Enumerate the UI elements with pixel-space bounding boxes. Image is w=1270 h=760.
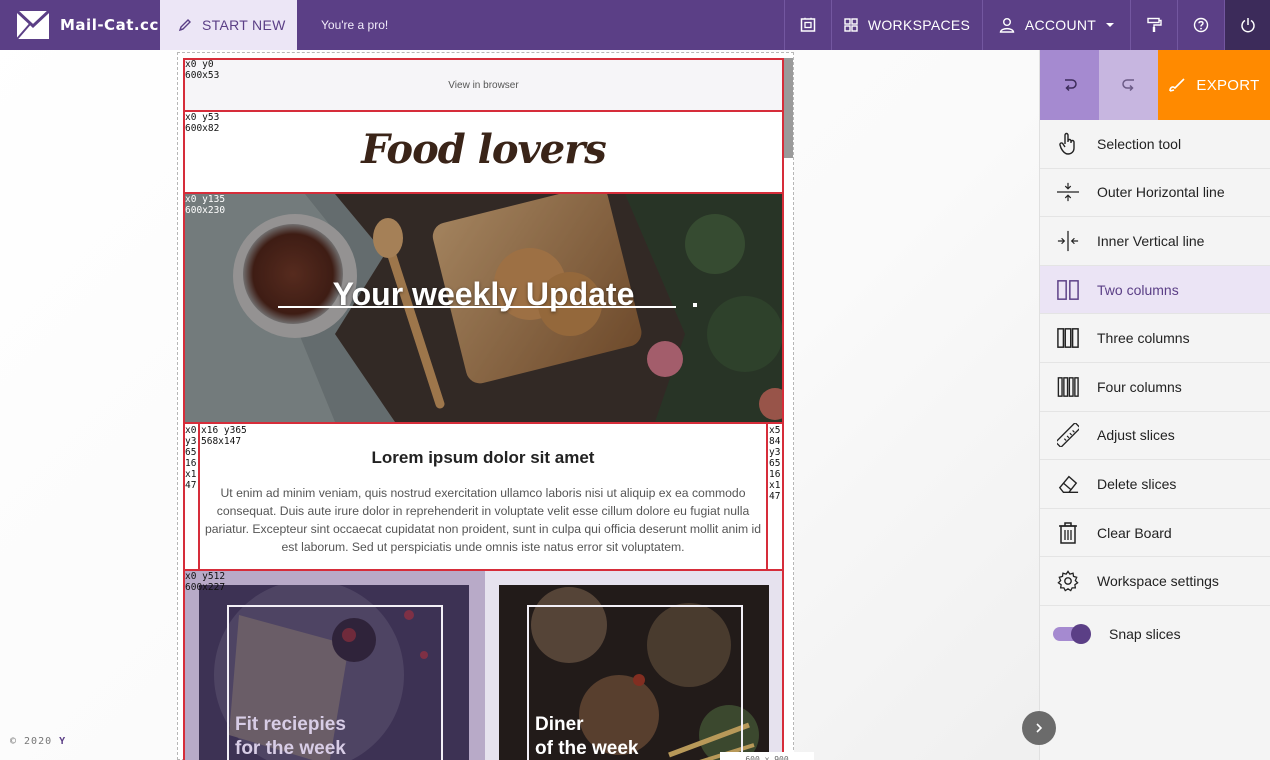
hand-pointer-icon bbox=[1057, 131, 1079, 157]
brush-icon bbox=[1169, 78, 1185, 92]
slice-cards[interactable]: Fit reciepies for the week Diner of the … bbox=[183, 569, 784, 760]
three-columns-icon bbox=[1057, 325, 1079, 351]
slice-label-text-right: x5 84 y3 65 16 x1 47 bbox=[769, 425, 781, 502]
redo-button[interactable] bbox=[1099, 50, 1158, 120]
paint-roller-icon bbox=[1147, 17, 1162, 32]
card-fit-recipes-title: Fit reciepies for the week bbox=[235, 714, 346, 759]
slice-logo[interactable]: Food lovers bbox=[183, 110, 784, 194]
footer-mark[interactable]: Y bbox=[59, 736, 66, 747]
export-button[interactable]: EXPORT bbox=[1158, 50, 1270, 120]
tool-label: Three columns bbox=[1097, 330, 1190, 347]
snap-toggle-switch[interactable] bbox=[1053, 623, 1091, 644]
tool-delete-slices[interactable]: Delete slices bbox=[1040, 460, 1270, 509]
tool-label: Delete slices bbox=[1097, 475, 1177, 492]
help-icon bbox=[1193, 17, 1209, 33]
brand[interactable]: Mail-Cat.cc bbox=[0, 0, 160, 50]
top-bar: Mail-Cat.cc START NEW You're a pro! WORK… bbox=[0, 0, 1270, 50]
tool-label: Two columns bbox=[1097, 281, 1179, 298]
ruler-icon bbox=[1057, 422, 1079, 448]
panel-actions: EXPORT bbox=[1040, 50, 1270, 120]
chevron-right-icon bbox=[1036, 723, 1043, 733]
help-button[interactable] bbox=[1177, 0, 1224, 50]
card-fit-recipes[interactable]: Fit reciepies for the week bbox=[199, 585, 469, 760]
slice-view-in-browser[interactable]: View in browser bbox=[183, 58, 784, 112]
undo-icon bbox=[1064, 79, 1077, 92]
tool-workspace-settings[interactable]: Workspace settings bbox=[1040, 557, 1270, 606]
redo-icon bbox=[1121, 79, 1134, 92]
card-diner-title: Diner of the week bbox=[535, 714, 639, 759]
tool-label: Inner Vertical line bbox=[1097, 232, 1205, 249]
hero-underline bbox=[278, 306, 676, 308]
content-title: Lorem ipsum dolor sit amet bbox=[371, 448, 595, 467]
pencil-icon bbox=[178, 19, 191, 32]
card-diner-of-week[interactable]: Diner of the week bbox=[499, 585, 769, 760]
workspaces-label: WORKSPACES bbox=[867, 17, 971, 33]
slice-label-browser: x0 y0 600x53 bbox=[185, 59, 220, 81]
logout-button[interactable] bbox=[1224, 0, 1270, 50]
user-icon bbox=[999, 18, 1015, 33]
start-new-button[interactable]: START NEW bbox=[160, 0, 297, 50]
hero-dot bbox=[693, 303, 697, 307]
slice-text-center[interactable]: Lorem ipsum dolor sit amet Ut enim ad mi… bbox=[198, 422, 768, 571]
slice-label-cards: x0 y512 600x227 bbox=[185, 571, 226, 593]
power-icon bbox=[1240, 18, 1255, 33]
canvas-size-tag: 600 x 900 bbox=[720, 752, 814, 760]
vertical-line-icon bbox=[1057, 228, 1079, 254]
preview-icon bbox=[800, 17, 816, 32]
tool-three-columns[interactable]: Three columns bbox=[1040, 314, 1270, 363]
slice-label-hero: x0 y135 600x230 bbox=[185, 194, 226, 216]
horizontal-line-icon bbox=[1057, 179, 1079, 205]
tool-two-columns[interactable]: Two columns bbox=[1040, 265, 1270, 315]
content-body: Ut enim ad minim veniam, quis nostrud ex… bbox=[205, 486, 761, 554]
snap-slices-toggle[interactable]: Snap slices bbox=[1040, 605, 1270, 662]
tool-adjust-slices[interactable]: Adjust slices bbox=[1040, 411, 1270, 461]
export-label: EXPORT bbox=[1196, 76, 1260, 94]
account-menu[interactable]: ACCOUNT bbox=[982, 0, 1130, 50]
four-columns-icon bbox=[1057, 374, 1079, 400]
tagline: You're a pro! bbox=[321, 18, 389, 32]
tool-outer-horizontal-line[interactable]: Outer Horizontal line bbox=[1040, 168, 1270, 218]
tool-label: Workspace settings bbox=[1097, 573, 1219, 590]
tool-four-columns[interactable]: Four columns bbox=[1040, 362, 1270, 412]
paint-roller-button[interactable] bbox=[1130, 0, 1177, 50]
toggle-knob bbox=[1071, 623, 1091, 644]
slice-label-text-left: x0 y3 65 16 x1 47 bbox=[185, 425, 197, 491]
envelope-logo-icon bbox=[16, 10, 50, 40]
caret-down-icon bbox=[1106, 23, 1115, 27]
tool-label: Adjust slices bbox=[1097, 427, 1175, 444]
food-lovers-logo: Food lovers bbox=[361, 126, 607, 173]
snap-label: Snap slices bbox=[1109, 625, 1181, 642]
tool-label: Outer Horizontal line bbox=[1097, 184, 1225, 201]
two-columns-icon bbox=[1057, 277, 1079, 303]
footer-copyright: © 2020 bbox=[10, 736, 53, 747]
eraser-icon bbox=[1057, 471, 1079, 497]
tool-label: Clear Board bbox=[1097, 524, 1172, 541]
brand-name: Mail-Cat.cc bbox=[60, 16, 159, 34]
slice-label-text-center: x16 y365 568x147 bbox=[201, 425, 247, 447]
slice-label-logo: x0 y53 600x82 bbox=[185, 112, 220, 134]
tool-inner-vertical-line[interactable]: Inner Vertical line bbox=[1040, 217, 1270, 266]
grid-icon bbox=[844, 18, 858, 32]
slice-hero[interactable]: Your weekly Update bbox=[183, 192, 784, 424]
account-label: ACCOUNT bbox=[1024, 17, 1097, 33]
tools-panel: EXPORT Selection tool Outer Horizontal l… bbox=[1039, 50, 1270, 760]
tool-selection[interactable]: Selection tool bbox=[1040, 120, 1270, 169]
preview-button[interactable] bbox=[784, 0, 831, 50]
canvas-scrollbar[interactable] bbox=[784, 58, 793, 158]
tool-clear-board[interactable]: Clear Board bbox=[1040, 508, 1270, 558]
trash-icon bbox=[1057, 520, 1079, 546]
view-in-browser-link[interactable]: View in browser bbox=[185, 80, 782, 91]
tool-label: Selection tool bbox=[1097, 135, 1182, 152]
footer: © 2020 Y bbox=[10, 736, 66, 747]
start-new-label: START NEW bbox=[202, 17, 286, 33]
gear-icon bbox=[1057, 568, 1079, 594]
undo-button[interactable] bbox=[1040, 50, 1099, 120]
workspaces-button[interactable]: WORKSPACES bbox=[831, 0, 982, 50]
collapse-panel-button[interactable] bbox=[1022, 711, 1056, 745]
tool-label: Four columns bbox=[1097, 378, 1182, 395]
